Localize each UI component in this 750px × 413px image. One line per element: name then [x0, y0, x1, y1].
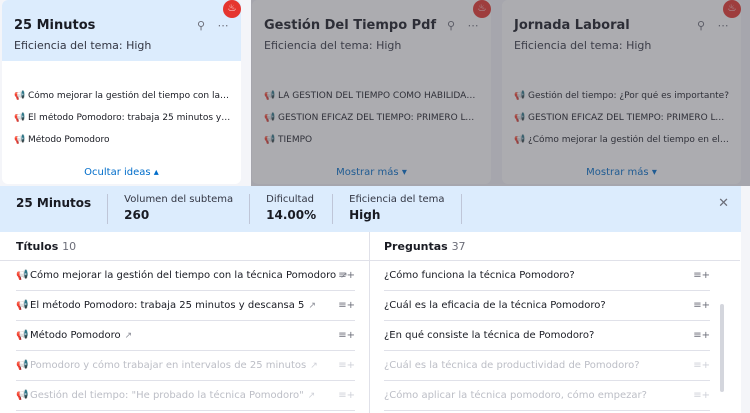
title-text: Método Pomodoro — [30, 330, 121, 341]
table-row[interactable]: ¿Cómo aplicar la técnica pomodoro, cómo … — [384, 381, 710, 411]
table-row[interactable]: ¿En qué consiste la técnica de Pomodoro?… — [384, 321, 710, 351]
external-link-icon[interactable]: ↗ — [125, 331, 133, 341]
list-item[interactable]: 📢 Método Pomodoro — [14, 129, 231, 151]
fire-icon: ♨ — [223, 0, 241, 18]
table-row[interactable]: 📢 Pomodoro y cómo trabajar en intervalos … — [16, 351, 355, 381]
external-link-icon[interactable]: ↗ — [310, 361, 318, 371]
table-row[interactable]: ¿Cómo funciona la técnica Pomodoro? ≡+ — [384, 261, 710, 291]
list-item[interactable]: 📢 Cómo mejorar la gestión del tiempo con … — [14, 85, 231, 107]
detail-topic-name: 25 Minutos — [16, 196, 92, 210]
external-link-icon[interactable]: ↗ — [308, 391, 316, 401]
stat-value: High — [349, 208, 381, 222]
question-text: ¿Cómo aplicar la técnica pomodoro, cómo … — [384, 390, 647, 401]
question-text: ¿En qué consiste la técnica de Pomodoro? — [384, 330, 595, 341]
questions-count: 37 — [451, 240, 466, 253]
title-text: Pomodoro y cómo trabajar en intervalos d… — [30, 360, 307, 371]
idea-text: Cómo mejorar la gestión del tiempo con l… — [28, 91, 231, 101]
list-item[interactable]: 📢 El método Pomodoro: trabaja 25 minutos … — [14, 107, 231, 129]
add-to-list-icon[interactable]: ≡+ — [338, 270, 355, 281]
title-text: El método Pomodoro: trabaja 25 minutos y… — [30, 300, 305, 311]
stat-topic: 25 Minutos — [16, 194, 109, 224]
questions-list: ¿Cómo funciona la técnica Pomodoro? ≡+ ¿C… — [370, 260, 740, 411]
topic-card-1[interactable]: 25 Minutos Eficiencia del tema: High ⚲ ⋯… — [2, 0, 241, 184]
add-to-list-icon[interactable]: ≡+ — [693, 270, 710, 281]
questions-header: Preguntas 37 — [370, 232, 740, 260]
footer-label: Ocultar ideas — [84, 167, 151, 178]
table-row[interactable]: ¿Cuál es la eficacia de la técnica Pomod… — [384, 291, 710, 321]
add-to-list-icon[interactable]: ≡+ — [693, 330, 710, 341]
stat-efficiency: Eficiencia del tema High — [349, 194, 462, 224]
stat-difficulty: Dificultad 14.00% — [266, 194, 334, 224]
megaphone-grey-icon: 📢 — [16, 330, 29, 341]
stat-value: 14.00% — [266, 208, 317, 222]
topic-cards: 25 Minutos Eficiencia del tema: High ⚲ ⋯… — [0, 0, 750, 186]
more-icon[interactable]: ⋯ — [217, 20, 229, 32]
titles-count: 10 — [62, 240, 77, 253]
megaphone-green-icon: 📢 — [14, 91, 26, 101]
idea-text: Método Pomodoro — [28, 135, 110, 145]
card-tools: ⚲ ⋯ — [195, 20, 229, 32]
titles-label: Títulos — [16, 240, 59, 253]
megaphone-blue-icon: 📢 — [16, 300, 29, 311]
megaphone-grey-icon: 📢 — [16, 390, 29, 401]
scrollbar[interactable] — [720, 304, 724, 392]
question-text: ¿Cómo funciona la técnica Pomodoro? — [384, 270, 575, 281]
topic-detail-panel: 25 Minutos Volumen del subtema 260 Dific… — [0, 186, 741, 413]
search-icon[interactable]: ⚲ — [195, 20, 207, 32]
add-to-list-icon[interactable]: ≡+ — [338, 360, 355, 371]
add-to-list-icon[interactable]: ≡+ — [338, 300, 355, 311]
card-efficiency: Eficiencia del tema: High — [14, 39, 152, 52]
card-header: 25 Minutos Eficiencia del tema: High ⚲ ⋯… — [2, 0, 241, 61]
questions-column: Preguntas 37 ¿Cómo funciona la técnica P… — [370, 232, 740, 413]
idea-text: El método Pomodoro: trabaja 25 minutos y… — [28, 113, 231, 123]
table-row[interactable]: 📢 Método Pomodoro ↗ ≡+ — [16, 321, 355, 351]
add-to-list-icon[interactable]: ≡+ — [693, 300, 710, 311]
stat-volume: Volumen del subtema 260 — [124, 194, 251, 224]
table-row[interactable]: 📢 Cómo mejorar la gestión del tiempo con … — [16, 261, 355, 291]
add-to-list-icon[interactable]: ≡+ — [338, 330, 355, 341]
hide-ideas-link[interactable]: Ocultar ideas ▴ — [2, 167, 241, 178]
table-row[interactable]: ¿Cuál es la técnica de productividad de … — [384, 351, 710, 381]
add-to-list-icon[interactable]: ≡+ — [693, 360, 710, 371]
questions-label: Preguntas — [384, 240, 448, 253]
chevron-up-icon: ▴ — [153, 167, 159, 178]
inactive-overlay — [251, 0, 750, 186]
stat-label: Eficiencia del tema — [349, 194, 445, 205]
table-row[interactable]: 📢 El método Pomodoro: trabaja 25 minutos … — [16, 291, 355, 321]
question-text: ¿Cuál es la técnica de productividad de … — [384, 360, 640, 371]
titles-column: Títulos 10 📢 Cómo mejorar la gestión del … — [0, 232, 370, 413]
add-to-list-icon[interactable]: ≡+ — [338, 390, 355, 401]
stat-value: 260 — [124, 208, 150, 222]
table-row[interactable]: 📢 Gestión del tiempo: "He probado la técn… — [16, 381, 355, 411]
title-text: Cómo mejorar la gestión del tiempo con l… — [30, 270, 337, 281]
detail-columns: Títulos 10 📢 Cómo mejorar la gestión del … — [0, 232, 741, 413]
close-icon[interactable]: ✕ — [718, 196, 729, 211]
card-ideas-list: 📢 Cómo mejorar la gestión del tiempo con … — [2, 61, 241, 151]
megaphone-grey-icon: 📢 — [16, 360, 29, 371]
megaphone-grey-icon: 📢 — [14, 135, 26, 145]
titles-header: Títulos 10 — [0, 232, 369, 260]
titles-list: 📢 Cómo mejorar la gestión del tiempo con … — [0, 260, 369, 411]
title-text: Gestión del tiempo: "He probado la técni… — [30, 390, 304, 401]
megaphone-blue-icon: 📢 — [14, 113, 26, 123]
external-link-icon[interactable]: ↗ — [308, 301, 316, 311]
stats-bar: 25 Minutos Volumen del subtema 260 Dific… — [0, 186, 741, 232]
stat-label: Volumen del subtema — [124, 194, 234, 205]
add-to-list-icon[interactable]: ≡+ — [693, 390, 710, 401]
question-text: ¿Cuál es la eficacia de la técnica Pomod… — [384, 300, 606, 311]
stat-label: Dificultad — [266, 194, 314, 205]
megaphone-green-icon: 📢 — [16, 270, 29, 281]
